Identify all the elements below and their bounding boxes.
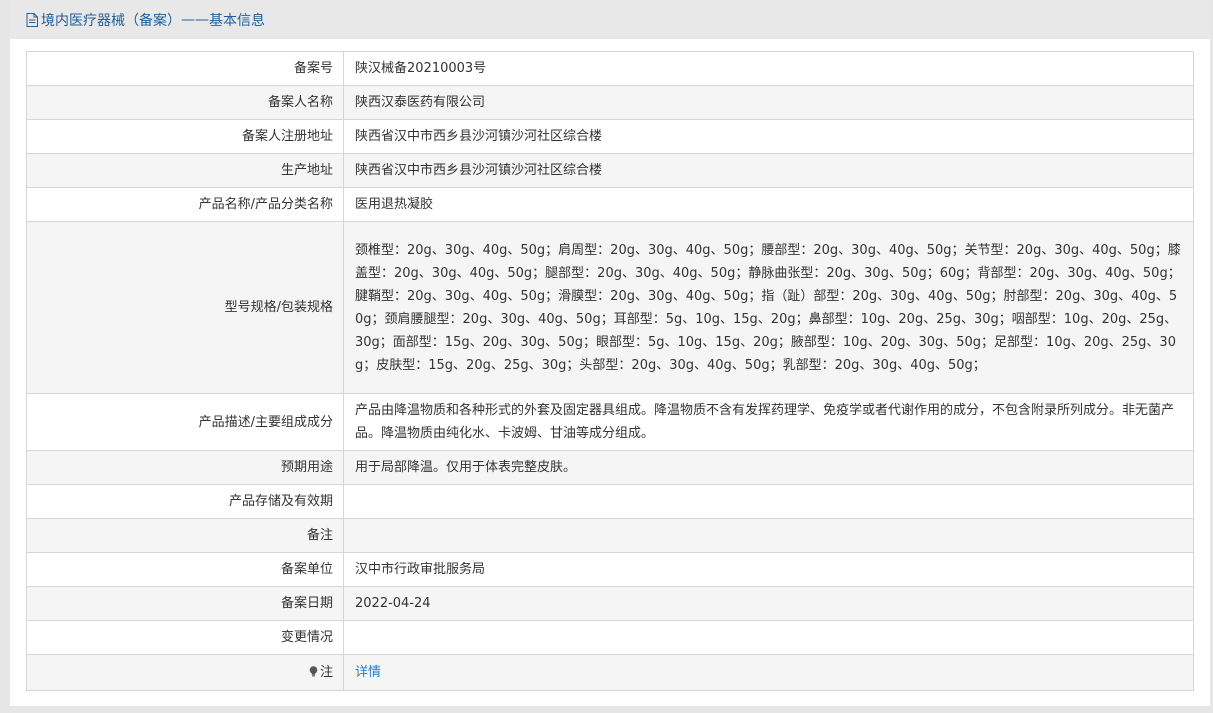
table-row: 备案单位 汉中市行政审批服务局 <box>26 552 1194 587</box>
field-value: 颈椎型：20g、30g、40g、50g；肩周型：20g、30g、40g、50g；… <box>343 221 1194 394</box>
table-row: 产品存储及有效期 <box>26 484 1194 519</box>
field-label: 备案日期 <box>26 586 344 621</box>
field-label: 产品描述/主要组成成分 <box>26 393 344 451</box>
field-label: 生产地址 <box>26 153 344 188</box>
table-row: 产品名称/产品分类名称 医用退热凝胶 <box>26 187 1194 222</box>
field-label: 备案单位 <box>26 552 344 587</box>
field-value: 陕西省汉中市西乡县沙河镇沙河社区综合楼 <box>343 119 1194 154</box>
table-row: 型号规格/包装规格 颈椎型：20g、30g、40g、50g；肩周型：20g、30… <box>26 221 1194 394</box>
panel-header: 境内医疗器械（备案） —— 基本信息 <box>10 0 1210 39</box>
table-row: 生产地址 陕西省汉中市西乡县沙河镇沙河社区综合楼 <box>26 153 1194 188</box>
field-value: 汉中市行政审批服务局 <box>343 552 1194 587</box>
field-value: 2022-04-24 <box>343 586 1194 621</box>
field-value <box>343 484 1194 519</box>
table-row: 备案人名称 陕西汉泰医药有限公司 <box>26 85 1194 120</box>
field-value: 用于局部降温。仅用于体表完整皮肤。 <box>343 450 1194 485</box>
table-row: 变更情况 <box>26 620 1194 655</box>
field-label: 备案人名称 <box>26 85 344 120</box>
table-row: 注 详情 <box>26 654 1194 691</box>
table-row: 备案人注册地址 陕西省汉中市西乡县沙河镇沙河社区综合楼 <box>26 119 1194 154</box>
field-value: 陕西省汉中市西乡县沙河镇沙河社区综合楼 <box>343 153 1194 188</box>
table-row: 产品描述/主要组成成分 产品由降温物质和各种形式的外套及固定器具组成。降温物质不… <box>26 393 1194 451</box>
field-value: 产品由降温物质和各种形式的外套及固定器具组成。降温物质不含有发挥药理学、免疫学或… <box>343 393 1194 451</box>
field-label: 产品名称/产品分类名称 <box>26 187 344 222</box>
note-label-cell: 注 <box>26 654 344 691</box>
field-label: 型号规格/包装规格 <box>26 221 344 394</box>
table-row: 备案号 陕汉械备20210003号 <box>26 51 1194 86</box>
field-label: 备案人注册地址 <box>26 119 344 154</box>
table-row: 预期用途 用于局部降温。仅用于体表完整皮肤。 <box>26 450 1194 485</box>
info-table: 备案号 陕汉械备20210003号 备案人名称 陕西汉泰医药有限公司 备案人注册… <box>26 51 1194 691</box>
field-label: 预期用途 <box>26 450 344 485</box>
field-value: 医用退热凝胶 <box>343 187 1194 222</box>
title-separator: —— <box>181 11 209 28</box>
page-title: 境内医疗器械（备案） <box>41 12 181 29</box>
field-value: 详情 <box>343 654 1194 691</box>
field-value <box>343 518 1194 553</box>
document-icon <box>26 12 38 27</box>
page-subtitle: 基本信息 <box>209 12 265 29</box>
field-label: 备案号 <box>26 51 344 86</box>
table-row: 备注 <box>26 518 1194 553</box>
field-value: 陕西汉泰医药有限公司 <box>343 85 1194 120</box>
details-link[interactable]: 详情 <box>355 665 381 680</box>
lightbulb-icon <box>309 666 318 677</box>
field-label: 变更情况 <box>26 620 344 655</box>
table-row: 备案日期 2022-04-24 <box>26 586 1194 621</box>
note-label: 注 <box>319 665 333 680</box>
field-label: 备注 <box>26 518 344 553</box>
field-value: 陕汉械备20210003号 <box>343 51 1194 86</box>
field-value <box>343 620 1194 655</box>
record-panel: 境内医疗器械（备案） —— 基本信息 备案号 陕汉械备20210003号 备案人… <box>10 0 1210 706</box>
field-label: 产品存储及有效期 <box>26 484 344 519</box>
